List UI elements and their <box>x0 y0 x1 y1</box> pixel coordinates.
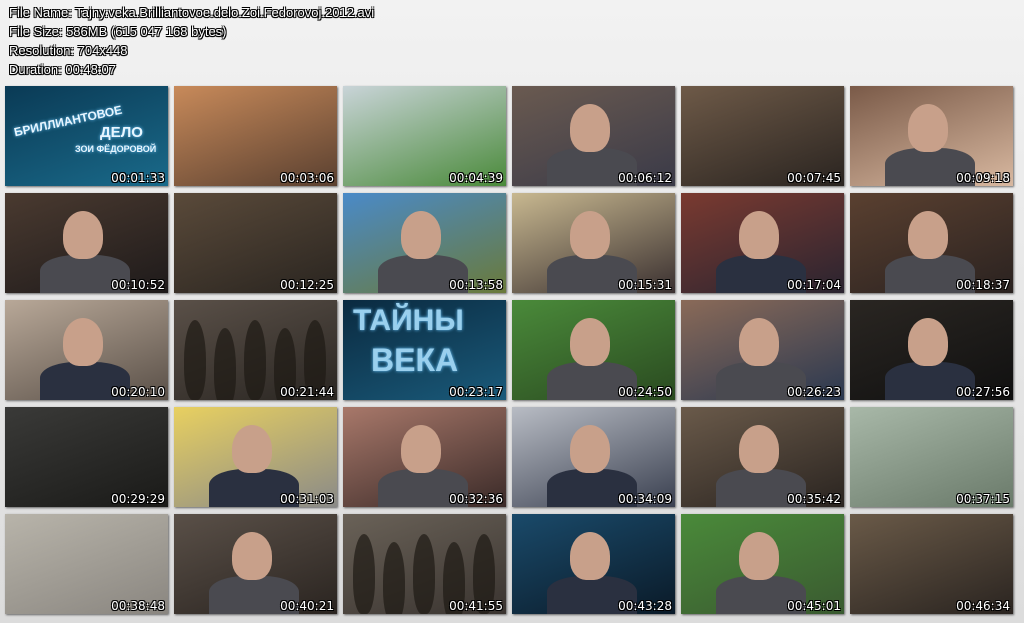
thumbnail-timestamp: 00:37:15 <box>956 492 1010 506</box>
file-info-header: File Name: Tajny.veka.Brilliantovoe.delo… <box>9 3 374 79</box>
thumbnail-timestamp: 00:17:04 <box>787 278 841 292</box>
thumbnail-timestamp: 00:41:55 <box>449 599 503 613</box>
video-thumbnail: 00:35:42 <box>681 407 844 507</box>
thumbnail-timestamp: 00:13:58 <box>449 278 503 292</box>
video-thumbnail: 00:38:48 <box>5 514 168 614</box>
thumbnail-timestamp: 00:23:17 <box>449 385 503 399</box>
video-thumbnail: 00:29:29 <box>5 407 168 507</box>
crowd-person <box>383 542 405 614</box>
video-thumbnail: 00:03:06 <box>174 86 337 186</box>
person-head <box>908 318 948 366</box>
thumbnail-timestamp: 00:20:10 <box>111 385 165 399</box>
thumbnail-timestamp: 00:04:39 <box>449 171 503 185</box>
thumbnail-timestamp: 00:18:37 <box>956 278 1010 292</box>
file-name: File Name: Tajny.veka.Brilliantovoe.delo… <box>9 5 375 20</box>
thumbnail-timestamp: 00:46:34 <box>956 599 1010 613</box>
video-thumbnail: 00:21:44 <box>174 300 337 400</box>
video-thumbnail: 00:41:55 <box>343 514 506 614</box>
person-head <box>570 425 610 473</box>
video-thumbnail: 00:17:04 <box>681 193 844 293</box>
person-head <box>401 211 441 259</box>
video-thumbnail: 00:20:10 <box>5 300 168 400</box>
thumbnail-timestamp: 00:15:31 <box>618 278 672 292</box>
crowd-person <box>413 534 435 614</box>
video-thumbnail: 00:10:52 <box>5 193 168 293</box>
thumbnail-timestamp: 00:43:28 <box>618 599 672 613</box>
thumbnail-timestamp: 00:27:56 <box>956 385 1010 399</box>
thumbnail-timestamp: 00:07:45 <box>787 171 841 185</box>
person-head <box>63 318 103 366</box>
thumbnail-timestamp: 00:06:12 <box>618 171 672 185</box>
thumbnail-timestamp: 00:31:03 <box>280 492 334 506</box>
person-head <box>570 104 610 152</box>
video-thumbnail: 00:32:36 <box>343 407 506 507</box>
video-thumbnail: 00:43:28 <box>512 514 675 614</box>
video-thumbnail: 00:04:39 <box>343 86 506 186</box>
person-head <box>570 532 610 580</box>
person-head <box>739 532 779 580</box>
person-head <box>908 104 948 152</box>
person-head <box>570 211 610 259</box>
resolution: Resolution: 704x448 <box>9 43 128 58</box>
person-head <box>570 318 610 366</box>
crowd-person <box>244 320 266 400</box>
thumbnail-timestamp: 00:01:33 <box>111 171 165 185</box>
video-thumbnail: 00:40:21 <box>174 514 337 614</box>
logo-line1: ТАЙНЫ <box>353 304 464 337</box>
video-thumbnail: 00:24:50 <box>512 300 675 400</box>
video-thumbnail: 00:18:37 <box>850 193 1013 293</box>
video-thumbnail: 00:34:09 <box>512 407 675 507</box>
person-head <box>401 425 441 473</box>
thumbnail-timestamp: 00:21:44 <box>280 385 334 399</box>
title-card-line3: ЗОИ ФЁДОРОВОЙ <box>75 144 157 154</box>
video-thumbnail: 00:46:34 <box>850 514 1013 614</box>
title-card-line2: ДЕЛО <box>100 124 143 141</box>
video-thumbnail: 00:26:23 <box>681 300 844 400</box>
file-size: File Size: 586MB (615 047 168 bytes) <box>9 24 227 39</box>
thumbnail-timestamp: 00:03:06 <box>280 171 334 185</box>
video-thumbnail: ТАЙНЫ ВЕКА 00:23:17 <box>343 300 506 400</box>
thumbnail-timestamp: 00:26:23 <box>787 385 841 399</box>
video-thumbnail: 00:07:45 <box>681 86 844 186</box>
crowd-person <box>184 320 206 400</box>
video-thumbnail: 00:09:18 <box>850 86 1013 186</box>
video-thumbnail: 00:15:31 <box>512 193 675 293</box>
video-thumbnail: БРИЛЛИАНТОВОЕ ДЕЛО ЗОИ ФЁДОРОВОЙ 00:01:33 <box>5 86 168 186</box>
person-head <box>739 425 779 473</box>
thumbnail-timestamp: 00:35:42 <box>787 492 841 506</box>
thumbnail-timestamp: 00:29:29 <box>111 492 165 506</box>
crowd-person <box>353 534 375 614</box>
person-head <box>232 532 272 580</box>
video-thumbnail: 00:13:58 <box>343 193 506 293</box>
thumbnail-timestamp: 00:32:36 <box>449 492 503 506</box>
thumbnail-timestamp: 00:09:18 <box>956 171 1010 185</box>
thumbnail-timestamp: 00:40:21 <box>280 599 334 613</box>
thumbnail-timestamp: 00:24:50 <box>618 385 672 399</box>
person-head <box>739 318 779 366</box>
video-thumbnail: 00:12:25 <box>174 193 337 293</box>
video-thumbnail: 00:31:03 <box>174 407 337 507</box>
video-thumbnail: 00:37:15 <box>850 407 1013 507</box>
crowd-person <box>214 328 236 400</box>
video-thumbnail: 00:45:01 <box>681 514 844 614</box>
thumbnail-timestamp: 00:38:48 <box>111 599 165 613</box>
person-head <box>739 211 779 259</box>
thumbnail-timestamp: 00:10:52 <box>111 278 165 292</box>
thumbnail-timestamp: 00:45:01 <box>787 599 841 613</box>
video-thumbnail: 00:06:12 <box>512 86 675 186</box>
logo-line2: ВЕКА <box>371 342 459 378</box>
person-head <box>908 211 948 259</box>
video-thumbnail: 00:27:56 <box>850 300 1013 400</box>
person-head <box>63 211 103 259</box>
thumbnail-timestamp: 00:12:25 <box>280 278 334 292</box>
duration: Duration: 00:48:07 <box>9 62 116 77</box>
person-head <box>232 425 272 473</box>
thumbnail-timestamp: 00:34:09 <box>618 492 672 506</box>
